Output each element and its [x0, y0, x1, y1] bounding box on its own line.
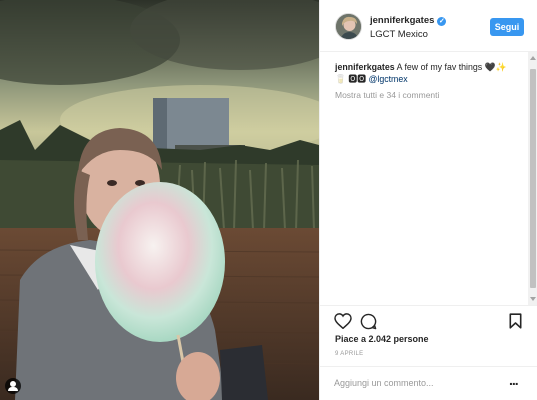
user-tag-icon[interactable]: [5, 378, 21, 394]
post-location[interactable]: LGCT Mexico: [370, 29, 428, 40]
avatar-image: [336, 14, 361, 39]
post-date[interactable]: 9 APRILE: [335, 351, 363, 357]
view-all-comments-link[interactable]: Mostra tutti e 34 i commenti: [335, 90, 439, 100]
comments-scrollbar[interactable]: [528, 52, 537, 305]
verified-check-icon: ✓: [437, 17, 447, 26]
avatar[interactable]: [335, 13, 362, 40]
add-comment-bar: ...: [320, 366, 537, 400]
post-photo[interactable]: [0, 0, 319, 400]
photo-scene: [0, 0, 319, 400]
caption-mention[interactable]: @lgctmex: [368, 74, 407, 84]
post-username[interactable]: jenniferkgates ✓: [370, 15, 447, 26]
scroll-up-arrow-icon[interactable]: [530, 56, 536, 60]
more-options-icon[interactable]: ...: [509, 373, 525, 389]
scroll-down-arrow-icon[interactable]: [530, 297, 536, 301]
scrollbar-thumb[interactable]: [530, 69, 536, 288]
add-comment-input[interactable]: [334, 375, 499, 391]
caption-username[interactable]: jenniferkgates: [335, 62, 395, 72]
post-header: jenniferkgates ✓ LGCT Mexico Segui: [320, 0, 537, 52]
comments-section: jenniferkgates A few of my fav things 🖤✨…: [320, 52, 537, 305]
bookmark-icon[interactable]: [509, 313, 522, 329]
post-actions: [320, 305, 537, 335]
follow-button[interactable]: Segui: [490, 18, 524, 36]
likes-count[interactable]: Piace a 2.042 persone: [335, 334, 429, 344]
post-caption: jenniferkgates A few of my fav things 🖤✨…: [335, 61, 523, 85]
post-side-panel: jenniferkgates ✓ LGCT Mexico Segui jennif…: [319, 0, 537, 400]
comment-bubble-icon[interactable]: [360, 313, 377, 330]
heart-icon[interactable]: [334, 313, 352, 329]
username-text[interactable]: jenniferkgates: [370, 15, 434, 26]
